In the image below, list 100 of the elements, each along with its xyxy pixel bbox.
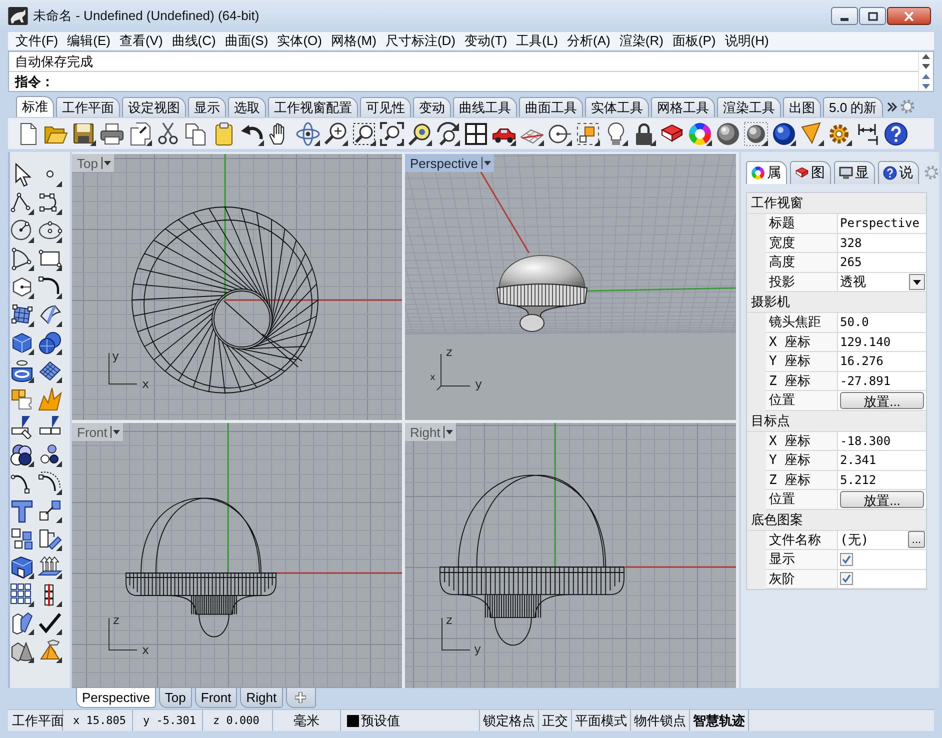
- menu-item[interactable]: 实体(O): [272, 32, 326, 50]
- circles-icon[interactable]: [10, 443, 34, 467]
- gears-icon[interactable]: [828, 122, 852, 146]
- arc-icon[interactable]: [10, 247, 34, 271]
- toolbar-tab[interactable]: 网格工具: [651, 97, 715, 117]
- help-icon[interactable]: [884, 122, 908, 146]
- dropdown[interactable]: 透视: [838, 272, 926, 291]
- t-shape-icon[interactable]: [10, 499, 34, 523]
- property-value[interactable]: 129.140: [838, 332, 926, 351]
- toggle-button[interactable]: 智慧轨迹: [690, 710, 749, 731]
- toolbar-tab[interactable]: 设定视图: [122, 97, 186, 117]
- viewport[interactable]: Top y x: [72, 154, 402, 420]
- sphere-icon[interactable]: [772, 122, 796, 146]
- toolbar-tab[interactable]: 工作视窗配置: [268, 97, 358, 117]
- toolbar-tab[interactable]: 渲染工具: [717, 97, 781, 117]
- magnifier-brackets-icon[interactable]: [380, 122, 404, 146]
- app-icon[interactable]: [8, 7, 28, 25]
- property-value[interactable]: 265: [838, 253, 926, 272]
- slabs-icon[interactable]: [10, 611, 34, 635]
- spin-down-icon[interactable]: [922, 84, 930, 89]
- caret-icon[interactable]: [480, 156, 492, 170]
- caret-icon[interactable]: [110, 425, 122, 439]
- box-icon[interactable]: [10, 555, 34, 579]
- viewport-title-tab[interactable]: Top: [72, 154, 114, 172]
- spheres-icon[interactable]: [38, 331, 62, 355]
- add-tab-button[interactable]: [286, 688, 316, 708]
- toggle-button[interactable]: 物件锁点: [631, 710, 690, 731]
- place-button[interactable]: 放置...: [840, 490, 924, 508]
- menu-item[interactable]: 说明(H): [720, 32, 774, 50]
- burst-icon[interactable]: [38, 387, 62, 411]
- caret-icon[interactable]: [100, 156, 112, 170]
- menu-item[interactable]: 尺寸标注(D): [380, 32, 460, 50]
- overlapping-pages-icon[interactable]: [184, 122, 208, 146]
- caret-icon[interactable]: [443, 425, 454, 439]
- viewport-title-tab[interactable]: Right: [405, 423, 456, 441]
- magnifier-dot-icon[interactable]: [408, 122, 432, 146]
- sphere-icon[interactable]: [716, 122, 740, 146]
- scale-icon[interactable]: [38, 499, 62, 523]
- workplane-label[interactable]: 工作平面: [8, 710, 63, 731]
- minimize-button[interactable]: [831, 7, 858, 25]
- arrows-plane-icon[interactable]: [38, 555, 62, 579]
- scroll-down-icon[interactable]: [922, 64, 930, 70]
- sphere-dotted-icon[interactable]: [744, 122, 768, 146]
- cube-icon[interactable]: [10, 331, 34, 355]
- four-panes-icon[interactable]: [464, 122, 488, 146]
- menu-item[interactable]: 工具(L): [512, 32, 563, 50]
- viewport-tab[interactable]: Right: [240, 688, 283, 708]
- squares-icon[interactable]: [576, 122, 600, 146]
- property-value[interactable]: 16.276: [838, 352, 926, 370]
- surface-points-icon[interactable]: [10, 303, 34, 327]
- curve-icon[interactable]: [38, 191, 62, 215]
- orbit-icon[interactable]: [296, 122, 320, 146]
- toolbar-tab[interactable]: 曲线工具: [453, 97, 517, 117]
- dots-icon[interactable]: [38, 443, 62, 467]
- blocks-icon[interactable]: [10, 527, 34, 551]
- checkbox[interactable]: [840, 552, 853, 566]
- spin-up-icon[interactable]: [922, 74, 930, 79]
- units-text[interactable]: 毫米: [273, 710, 341, 731]
- color-wheel-icon[interactable]: [688, 122, 712, 146]
- toolbar-tab[interactable]: 可见性: [360, 97, 411, 117]
- viewport[interactable]: Right z y: [405, 423, 736, 688]
- viewport[interactable]: Perspective z x y: [405, 154, 736, 420]
- layer-swatch-icon[interactable]: [347, 714, 359, 726]
- panel-tab[interactable]: 图: [790, 161, 831, 184]
- toolbar-tab[interactable]: 工作平面: [56, 97, 120, 117]
- menu-item[interactable]: 曲面(S): [220, 32, 273, 50]
- circle-icon[interactable]: [10, 219, 34, 243]
- menu-item[interactable]: 曲线(C): [167, 32, 220, 50]
- toolbar-tab[interactable]: 选取: [228, 97, 266, 117]
- menu-item[interactable]: 查看(V): [114, 32, 168, 50]
- toolbar-tab[interactable]: 变动: [413, 97, 451, 117]
- panel-tab[interactable]: 属: [746, 161, 787, 184]
- cone-icon[interactable]: [800, 122, 824, 146]
- maximize-button[interactable]: [859, 7, 886, 25]
- menu-item[interactable]: 分析(A): [562, 32, 615, 50]
- property-value[interactable]: 50.0: [838, 313, 926, 332]
- offset-curve-icon[interactable]: [38, 471, 62, 495]
- curved-surface-icon[interactable]: [38, 303, 62, 327]
- command-area[interactable]: 自动保存完成 指令：: [8, 51, 934, 92]
- chevron-icon[interactable]: [886, 102, 897, 112]
- property-value[interactable]: -18.300: [838, 432, 926, 450]
- toolbar-tab[interactable]: 出图: [783, 97, 821, 117]
- toggle-button[interactable]: 锁定格点: [480, 710, 539, 731]
- toolbar-tab[interactable]: 实体工具: [585, 97, 649, 117]
- viewport-tab[interactable]: Top: [158, 688, 192, 708]
- trim-icon[interactable]: [10, 415, 34, 439]
- toggle-button[interactable]: 正交: [539, 710, 572, 731]
- magnifier-dashed-box-icon[interactable]: [352, 122, 376, 146]
- grid-array-icon[interactable]: [10, 583, 34, 607]
- property-value[interactable]: 5.212: [838, 470, 926, 489]
- viewport-title-tab[interactable]: Perspective: [405, 154, 494, 172]
- menu-item[interactable]: 编辑(E): [62, 32, 115, 50]
- panel-tab[interactable]: 显: [834, 161, 875, 184]
- cylinder-icon[interactable]: [10, 359, 34, 383]
- layer-name[interactable]: 预设值: [361, 712, 400, 730]
- fillet-curve-icon[interactable]: [38, 275, 62, 299]
- puzzle-icon[interactable]: [10, 387, 34, 411]
- toolbar-tab[interactable]: 5.0 的新: [823, 97, 883, 117]
- pages-icon[interactable]: [128, 122, 152, 146]
- toolbar-tab[interactable]: 显示: [188, 97, 226, 117]
